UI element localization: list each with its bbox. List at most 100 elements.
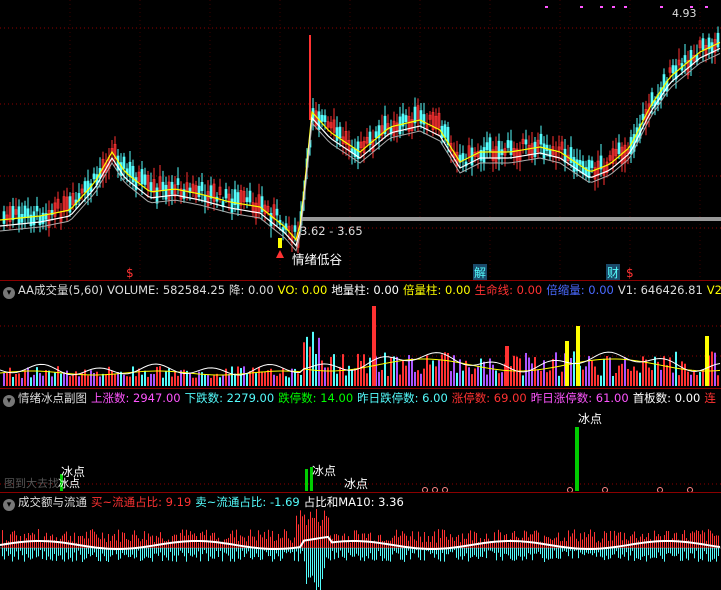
- candle-body: [335, 127, 339, 141]
- flow-bar-down: [638, 548, 639, 559]
- flow-bar-down: [486, 548, 487, 559]
- flow-bar-down: [404, 548, 405, 562]
- flow-bar-down: [406, 548, 407, 556]
- volume-bar: [243, 366, 245, 386]
- volume-bar: [267, 370, 269, 386]
- price-panel[interactable]: 4.93 3.62 - 3.65 情绪低谷 $ 解 财 $: [0, 0, 721, 281]
- flow-bar-down: [32, 548, 33, 559]
- flow-bar-up: [254, 536, 255, 548]
- flow-bar-up: [588, 534, 589, 548]
- flow-bar-down: [306, 548, 307, 584]
- flow-bar-down: [692, 548, 693, 554]
- flow-bar-down: [504, 548, 505, 554]
- flow-bar-down: [466, 548, 467, 554]
- flow-bar-down: [648, 548, 649, 556]
- volume-bar: [240, 368, 242, 386]
- volume-bar: [522, 375, 524, 386]
- flow-bar-up: [272, 530, 273, 548]
- flow-bar-up: [698, 531, 699, 548]
- ma-line-yellow: [0, 41, 721, 241]
- flow-bar-up: [428, 535, 429, 548]
- candle-body: [11, 206, 15, 221]
- flow-bar-down: [272, 548, 273, 562]
- volume-bar: [126, 376, 128, 386]
- flow-bar-up: [328, 517, 329, 548]
- volume-bar: [471, 374, 473, 386]
- flow-bar-down: [8, 548, 9, 556]
- volume-bar: [468, 367, 470, 386]
- flow-bar-down: [634, 548, 635, 561]
- volume-bar: [672, 372, 674, 386]
- flow-bar-up: [324, 510, 325, 548]
- flow-bar-down: [204, 548, 205, 551]
- flow-bar-down: [376, 548, 377, 560]
- volume-bar: [483, 361, 485, 386]
- flow-bar-down: [480, 548, 481, 557]
- flow-bar-up: [590, 529, 591, 548]
- flow-bar-down: [488, 548, 489, 551]
- flow-bar-down: [246, 548, 247, 554]
- flow-bar-down: [58, 548, 59, 556]
- flow-bar-down: [334, 548, 335, 560]
- volume-bar: [648, 367, 650, 386]
- flow-bar-down: [88, 548, 89, 554]
- flow-bar-up: [634, 531, 635, 548]
- flow-bar-down: [356, 548, 357, 554]
- volume-bar: [678, 375, 680, 386]
- flow-bar-up: [44, 536, 45, 548]
- flow-bar-down: [656, 548, 657, 559]
- flow-bar-up: [120, 541, 121, 548]
- flow-bar-down: [620, 548, 621, 559]
- flow-chart[interactable]: [0, 493, 721, 590]
- flow-bar-down: [328, 548, 329, 559]
- flow-bar-down: [178, 548, 179, 556]
- flow-bar-down: [510, 548, 511, 559]
- flow-bar-down: [534, 548, 535, 554]
- flow-bar-down: [644, 548, 645, 557]
- volume-bar: [402, 360, 404, 386]
- volume-chart[interactable]: [0, 281, 721, 388]
- flow-bar-down: [336, 548, 337, 553]
- flow-bar-down: [564, 548, 565, 551]
- flow-bar-up: [538, 532, 539, 548]
- volume-bar: [309, 346, 311, 386]
- volume-bar: [192, 377, 194, 386]
- flow-bar-down: [106, 548, 107, 562]
- flow-bar-up: [230, 533, 231, 548]
- flow-bar-up: [132, 534, 133, 548]
- flow-bar-down: [340, 548, 341, 551]
- flow-bar-down: [690, 548, 691, 554]
- volume-bar: [87, 375, 89, 386]
- flow-bar-up: [600, 542, 601, 548]
- volume-bar: [462, 370, 464, 386]
- flow-bar-up: [516, 536, 517, 548]
- flow-bar-down: [252, 548, 253, 560]
- flow-bar-up: [156, 535, 157, 548]
- candlestick-chart[interactable]: [0, 0, 721, 280]
- flow-bar-down: [636, 548, 637, 559]
- volume-bar: [132, 366, 134, 386]
- flow-bar-down: [618, 548, 619, 558]
- flow-bar-down: [622, 548, 623, 555]
- sentiment-panel[interactable]: ▾ 情绪冰点副图 上涨数: 2947.00 下跌数: 2279.00 跌停数: 14.0…: [0, 389, 721, 492]
- flow-bar-up: [64, 533, 65, 548]
- flow-bar-up: [442, 529, 443, 548]
- volume-panel[interactable]: ▾ AA成交量(5,60) VOLUME: 582584.25 降: 0.00 VO: …: [0, 281, 721, 388]
- volume-bar: [210, 377, 212, 386]
- up-arrow-icon: [276, 250, 284, 258]
- flow-bar-up: [680, 541, 681, 548]
- volume-bar: [162, 377, 164, 386]
- flow-bar-up: [606, 532, 607, 548]
- volume-bar: [501, 372, 503, 386]
- volume-bar: [660, 369, 662, 386]
- candle-body: [671, 65, 675, 74]
- flow-bar-up: [690, 533, 691, 548]
- flow-bar-up: [92, 529, 93, 548]
- flow-panel[interactable]: ▾ 成交额与流通 买~流通占比: 9.19 卖~流通占比: -1.69 占比和MA10:…: [0, 493, 721, 590]
- flow-bar-down: [98, 548, 99, 561]
- flow-bar-up: [536, 530, 537, 548]
- flow-bar-down: [168, 548, 169, 561]
- flow-bar-up: [114, 533, 115, 548]
- volume-bar: [360, 361, 362, 386]
- flow-bar-down: [30, 548, 31, 560]
